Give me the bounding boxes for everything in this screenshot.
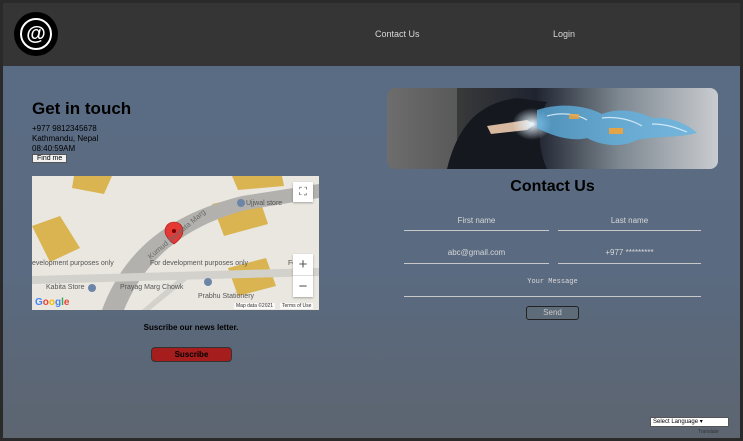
email-field[interactable] [404,242,549,264]
subscribe-button[interactable]: Suscribe [151,347,232,362]
map-label-prabhu: Prabhu Stationery [198,293,255,300]
newsletter-text: Suscribe our news letter. [143,323,239,332]
map-label-dev-left: evelopment purposes only [32,260,114,267]
at-sign-icon: @ [20,18,52,50]
zoom-out-button[interactable]: − [293,276,313,297]
main-content: Get in touch +977 9812345678 Kathmandu, … [3,66,740,438]
nav-login-link[interactable]: Login [553,29,575,39]
address-text: Kathmandu, Nepal [32,134,99,143]
map-poi [237,199,245,207]
map-label-ujjwal: Ujjwal store [246,200,283,207]
message-textarea[interactable] [404,273,701,297]
get-in-touch-title: Get in touch [32,99,132,118]
map-embed[interactable]: Ujjwal store Kumud Bankata Marg evelopme… [32,176,319,310]
translate-credit: Translate [698,429,719,435]
language-select[interactable]: Select Language ▾ [650,417,729,427]
map-poi [204,278,212,286]
contact-us-title: Contact Us [510,178,595,195]
top-navbar: @ Contact Us Login [3,3,740,66]
find-me-button[interactable]: Find me [32,154,68,163]
map-data-credit: Map data ©2021 [234,303,276,309]
zoom-controls: + − [293,254,313,297]
logo[interactable]: @ [14,12,58,56]
phone-text: +977 9812345678 [32,124,97,133]
map-label-dev-mid: For development purposes only [150,260,249,267]
nav-contact-us-link[interactable]: Contact Us [375,29,420,39]
first-name-field[interactable] [404,210,549,231]
last-name-field[interactable] [558,210,701,231]
map-terms-link[interactable]: Terms of Use [280,303,314,309]
phone-field[interactable] [558,242,701,264]
language-select-value: Select Language [653,419,699,425]
send-button[interactable]: Send [526,306,579,320]
fullscreen-icon[interactable]: ⛶ [293,182,313,202]
contact-banner-image [387,88,718,169]
map-label-kabita: Kabita Store [46,284,85,291]
time-text: 08:40:59AM [32,144,76,153]
map-poi [88,284,96,292]
google-logo: Google [35,297,70,308]
banner-world-map [537,105,697,146]
banner-art [387,88,697,169]
zoom-in-button[interactable]: + [293,254,313,275]
map-label-prayag: Prayag Marg Chowk [120,284,184,291]
